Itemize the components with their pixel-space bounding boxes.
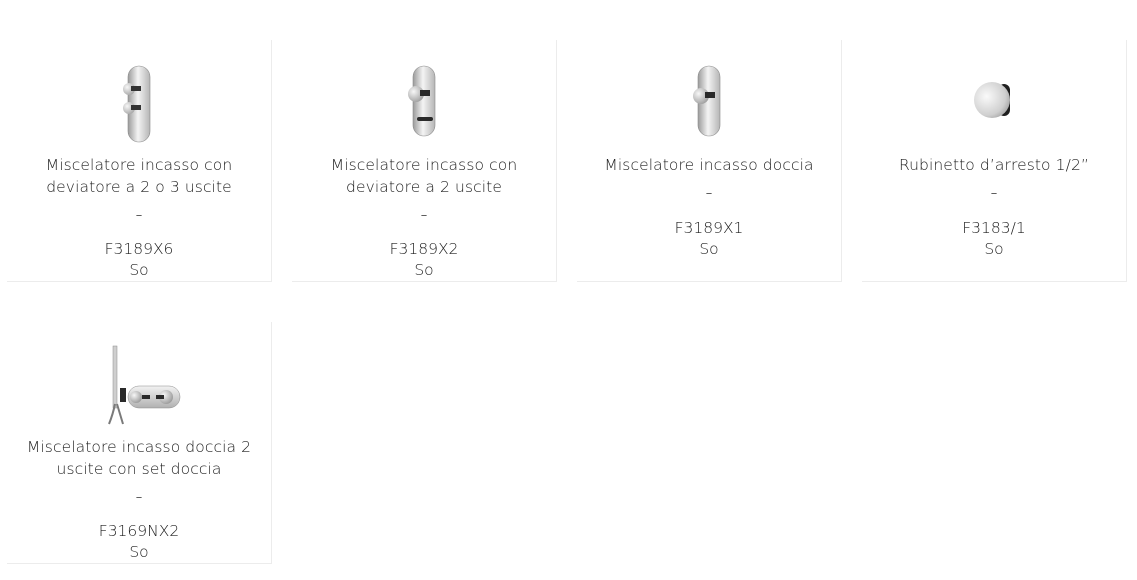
product-title: Rubinetto d’arresto 1/2” <box>898 156 1090 174</box>
separator: – <box>990 186 998 201</box>
product-grid: Miscelatore incasso con deviatore a 2 o … <box>0 0 1137 580</box>
product-code: F3169NX2 <box>98 522 180 540</box>
product-code: F3189X6 <box>104 240 174 258</box>
product-finish: So <box>414 261 434 279</box>
product-title: Miscelatore incasso doccia <box>604 156 814 174</box>
shower-mixer-single-icon <box>693 65 721 137</box>
product-code: F3189X1 <box>674 219 744 237</box>
product-finish: So <box>984 240 1004 258</box>
product-image <box>577 62 841 148</box>
product-finish: So <box>129 261 149 279</box>
shower-mixer-diverter-icon <box>408 65 436 137</box>
product-finish: So <box>699 240 719 258</box>
product-image <box>7 62 271 148</box>
product-card[interactable]: Rubinetto d’arresto 1/2” – F3183/1 So <box>862 40 1127 282</box>
product-title: Miscelatore incasso doccia 2 uscite con … <box>26 438 252 478</box>
product-code: F3189X2 <box>389 240 459 258</box>
shower-set-mixer-icon <box>108 345 181 425</box>
separator: – <box>420 208 428 223</box>
separator: – <box>135 208 143 223</box>
shower-mixer-two-knobs-icon <box>123 65 151 143</box>
separator: – <box>135 490 143 505</box>
product-title: Miscelatore incasso con deviatore a 2 us… <box>330 156 518 196</box>
separator: – <box>705 186 713 201</box>
product-card[interactable]: Miscelatore incasso con deviatore a 2 us… <box>292 40 557 282</box>
product-title: Miscelatore incasso con deviatore a 2 o … <box>45 156 233 196</box>
stop-valve-knob-icon <box>974 82 1010 118</box>
product-image <box>862 62 1126 148</box>
product-card[interactable]: Miscelatore incasso con deviatore a 2 o … <box>7 40 272 282</box>
product-code: F3183/1 <box>962 219 1026 237</box>
product-finish: So <box>129 543 149 561</box>
product-image <box>7 344 271 430</box>
product-image <box>292 62 556 148</box>
product-card[interactable]: Miscelatore incasso doccia 2 uscite con … <box>7 322 272 564</box>
product-card[interactable]: Miscelatore incasso doccia – F3189X1 So <box>577 40 842 282</box>
